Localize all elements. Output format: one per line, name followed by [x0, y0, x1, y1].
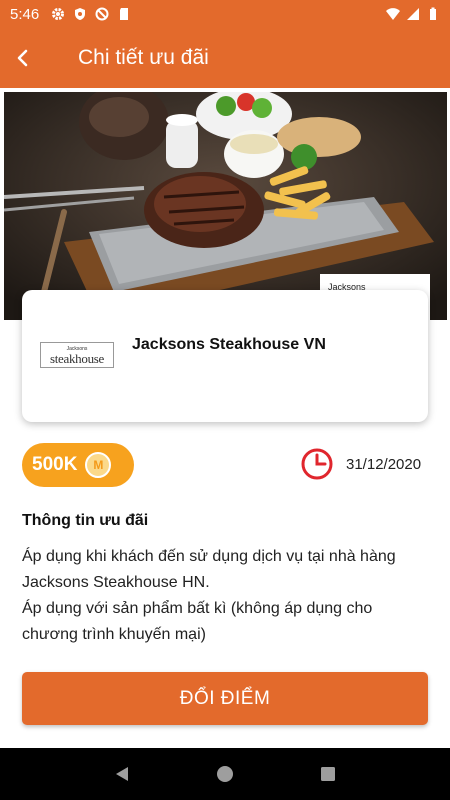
nav-home-icon[interactable]: [216, 765, 234, 783]
expiry-date: 31/12/2020: [346, 455, 422, 473]
redeem-button[interactable]: ĐỔI ĐIỂM: [22, 672, 428, 725]
app-bar: Chi tiết ưu đãi: [0, 28, 450, 88]
nav-back-icon[interactable]: [113, 765, 131, 783]
signal-icon: [407, 8, 419, 20]
expiry-info: 31/12/2020: [300, 447, 421, 481]
m-coin-icon: M: [85, 452, 112, 478]
wifi-icon: [386, 8, 400, 20]
sd-card-icon: [120, 8, 129, 20]
offer-info-body: Áp dụng khi khách đến sử dụng dịch vụ tạ…: [22, 548, 396, 643]
shield-icon: [75, 8, 86, 20]
merchant-card: Jacksons steakhouse Jacksons Steakhouse …: [22, 290, 428, 422]
merchant-logo: Jacksons steakhouse: [40, 342, 114, 368]
battery-icon: [430, 7, 436, 20]
points-value: 500K: [32, 454, 78, 475]
status-notification-icons: [51, 7, 131, 21]
status-bar: 5:46: [0, 0, 450, 28]
blocked-icon: [95, 7, 109, 21]
system-nav-bar: [0, 748, 450, 800]
steak-photo: Jacksons: [4, 92, 447, 320]
offer-info-title: Thông tin ưu đãi: [22, 512, 149, 529]
merchant-name: Jacksons Steakhouse VN: [132, 336, 326, 353]
settings-icon: [52, 8, 65, 20]
points-badge: 500K M: [22, 443, 134, 487]
hero-image: Jacksons: [4, 92, 447, 320]
clock-icon: [301, 448, 333, 480]
back-arrow-icon: [17, 49, 28, 67]
status-time: 5:46: [10, 5, 40, 23]
back-button[interactable]: [0, 28, 46, 88]
status-system-icons: [386, 7, 440, 21]
nav-recents-icon[interactable]: [319, 765, 337, 783]
logo-big-text: steakhouse: [49, 350, 105, 366]
page-title: Chi tiết ưu đãi: [78, 46, 209, 69]
